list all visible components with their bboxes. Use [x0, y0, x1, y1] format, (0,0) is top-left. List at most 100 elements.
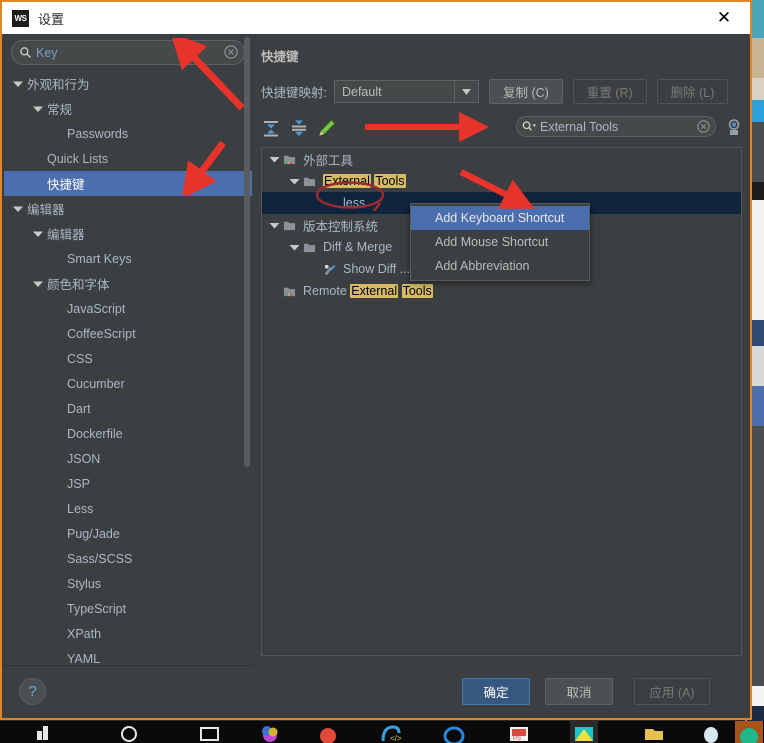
context-menu-item-2[interactable]: Add Abbreviation [411, 254, 589, 278]
keymap-button-0[interactable]: 复制 (C) [488, 79, 563, 104]
sidebar-item-label: 编辑器 [27, 203, 65, 217]
sidebar-item-label: Less [67, 501, 94, 516]
sidebar-item-label: Pug/Jade [67, 526, 120, 541]
sidebar-item-2[interactable]: Passwords [4, 121, 252, 146]
help-question-icon[interactable]: ? [19, 678, 46, 705]
cancel-button[interactable]: 取消 [545, 678, 613, 705]
taskbar-icon[interactable] [440, 721, 468, 743]
taskbar-icon[interactable] [314, 721, 342, 743]
expand-all-icon[interactable] [261, 119, 281, 137]
taskbar-icon[interactable] [697, 721, 725, 743]
sidebar-item-9[interactable]: JavaScript [4, 296, 252, 321]
taskbar-icon[interactable] [30, 721, 58, 743]
sidebar-item-16[interactable]: JSP [4, 471, 252, 496]
chevron-down-icon[interactable] [268, 153, 281, 166]
taskbar-icon[interactable] [256, 721, 284, 743]
taskbar-icon-active[interactable] [570, 721, 598, 743]
keymap-panel: 快捷键 快捷键映射: Default 复制 (C) 重置 (R) 删除 (L) [255, 34, 748, 666]
chevron-down-icon[interactable] [32, 278, 44, 290]
sidebar-scrollbar[interactable] [244, 37, 250, 467]
sidebar-item-0[interactable]: 外观和行为 [4, 71, 252, 96]
sidebar-item-13[interactable]: Dart [4, 396, 252, 421]
filter-search-input[interactable]: External Tools [516, 116, 716, 137]
search-input[interactable]: Key [11, 40, 245, 65]
page-title: 快捷键 [261, 50, 299, 64]
context-menu-item-1[interactable]: Add Mouse Shortcut [411, 230, 589, 254]
row-text: Remote [303, 284, 351, 298]
taskbar-icon[interactable] [640, 721, 668, 743]
sidebar-item-label: XPath [67, 626, 102, 641]
find-actions-icon[interactable] [725, 117, 745, 137]
sidebar-item-7[interactable]: Smart Keys [4, 246, 252, 271]
sidebar-item-label: Dart [67, 401, 91, 416]
sidebar-item-1[interactable]: 常规 [4, 96, 252, 121]
ok-button[interactable]: 确定 [462, 678, 530, 705]
sidebar-item-4[interactable]: 快捷键 [4, 171, 252, 196]
search-match-highlight: Tools [374, 174, 406, 188]
taskbar-icon-active[interactable] [735, 721, 763, 743]
chevron-down-icon[interactable] [288, 175, 301, 188]
svg-text:</>: </> [390, 734, 402, 743]
sidebar-item-17[interactable]: Less [4, 496, 252, 521]
sidebar-item-19[interactable]: Sass/SCSS [4, 546, 252, 571]
close-icon[interactable]: ✕ [702, 2, 746, 34]
sidebar-item-label: 快捷键 [47, 178, 85, 192]
sidebar-item-6[interactable]: 编辑器 [4, 221, 252, 246]
context-menu-item-0[interactable]: Add Keyboard Shortcut [411, 206, 589, 230]
sidebar-item-15[interactable]: JSON [4, 446, 252, 471]
chevron-down-icon[interactable] [32, 228, 44, 240]
taskbar-icon[interactable]: </> [377, 721, 405, 743]
row-text: 外部工具 [303, 153, 354, 168]
sidebar-item-label: Cucumber [67, 376, 125, 391]
keymap-buttons: 复制 (C) 重置 (R) 删除 (L) [479, 79, 729, 104]
sidebar-item-22[interactable]: XPath [4, 621, 252, 646]
sidebar-item-3[interactable]: Quick Lists [4, 146, 252, 171]
context-menu[interactable]: Add Keyboard Shortcut Add Mouse Shortcut A… [410, 203, 590, 281]
sidebar-item-label: 常规 [47, 103, 73, 117]
settings-dialog: WS 设置 ✕ Key 外观和行为 常规 Passwords Quick Lis… [0, 0, 752, 720]
keymap-tree-row-0[interactable]: 外部工具 [262, 148, 741, 170]
chevron-down-icon[interactable] [268, 219, 281, 232]
taskbar-icon[interactable]: PS [505, 721, 533, 743]
keymap-tree-row-1[interactable]: External Tools [262, 170, 741, 192]
dialog-footer: ? 确定 取消 应用 (A) [4, 666, 748, 716]
sidebar-item-21[interactable]: TypeScript [4, 596, 252, 621]
sidebar-item-8[interactable]: 颜色和字体 [4, 271, 252, 296]
search-match-highlight: Tools [401, 284, 433, 298]
clear-icon[interactable] [224, 45, 238, 59]
chevron-down-icon[interactable] [32, 103, 44, 115]
sidebar-item-20[interactable]: Stylus [4, 571, 252, 596]
keymap-tree[interactable]: 外部工具 External Tools less 版本控制系统 Diff & Merge… [261, 147, 742, 656]
sidebar-item-label: Quick Lists [47, 151, 109, 166]
clear-icon[interactable] [697, 120, 710, 133]
sidebar-item-11[interactable]: CSS [4, 346, 252, 371]
chevron-down-icon[interactable] [453, 81, 478, 102]
sidebar-item-14[interactable]: Dockerfile [4, 421, 252, 446]
chevron-down-icon[interactable] [12, 203, 24, 215]
collapse-all-icon[interactable] [289, 119, 309, 137]
edit-pencil-icon[interactable] [317, 119, 337, 137]
taskbar-icon[interactable] [196, 721, 224, 743]
sidebar-item-label: Stylus [67, 576, 102, 591]
keymap-label: 快捷键映射: [261, 86, 327, 100]
sidebar-item-10[interactable]: CoffeeScript [4, 321, 252, 346]
sidebar-item-23[interactable]: YAML [4, 646, 252, 666]
chevron-down-icon[interactable] [288, 241, 301, 254]
sidebar-item-12[interactable]: Cucumber [4, 371, 252, 396]
keymap-tree-row-6[interactable]: Remote External Tools [262, 280, 741, 302]
chevron-down-icon[interactable] [12, 78, 24, 90]
sidebar-item-18[interactable]: Pug/Jade [4, 521, 252, 546]
sidebar-item-label: Dockerfile [67, 426, 123, 441]
sidebar-item-5[interactable]: 编辑器 [4, 196, 252, 221]
settings-tree[interactable]: 外观和行为 常规 Passwords Quick Lists 快捷键 编辑器 编辑器 Smar… [4, 71, 252, 666]
keymap-select[interactable]: Default [333, 80, 479, 103]
sidebar-item-label: 编辑器 [47, 228, 85, 242]
taskbar-icon[interactable] [115, 721, 143, 743]
